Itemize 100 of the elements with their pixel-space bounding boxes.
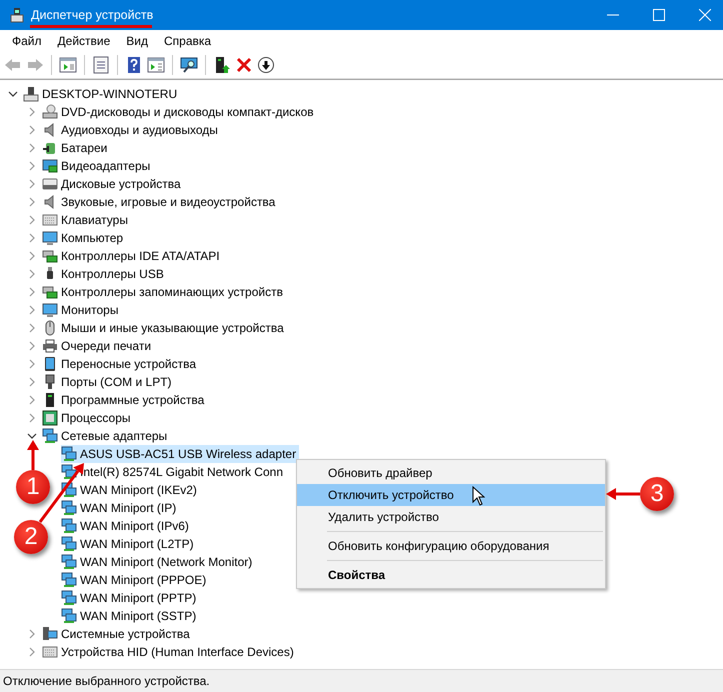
expand-toggle-icon[interactable] bbox=[27, 413, 37, 423]
expand-toggle-icon[interactable] bbox=[27, 359, 37, 369]
tree-item[interactable]: Контроллеры USB bbox=[42, 265, 167, 283]
tree-item[interactable]: WAN Miniport (IPv6) bbox=[61, 517, 192, 535]
network-monitor-icon bbox=[61, 464, 77, 480]
tree-item[interactable]: Процессоры bbox=[42, 409, 134, 427]
expand-toggle-icon[interactable] bbox=[27, 215, 37, 225]
expand-toggle-icon[interactable] bbox=[27, 647, 37, 657]
down-arrow-circle-icon[interactable] bbox=[257, 56, 275, 74]
tree-item[interactable]: WAN Miniport (PPPOE) bbox=[61, 571, 210, 589]
tree-item[interactable]: WAN Miniport (IP) bbox=[61, 499, 180, 517]
tree-item[interactable]: Программные устройства bbox=[42, 391, 208, 409]
context-menu-item[interactable]: Отключить устройство bbox=[297, 484, 605, 506]
update-driver-icon[interactable] bbox=[213, 56, 231, 74]
expand-toggle-icon[interactable] bbox=[27, 125, 37, 135]
number-badge: 2 bbox=[14, 520, 48, 554]
disk-drive-icon bbox=[42, 176, 58, 192]
computer-icon bbox=[42, 626, 58, 642]
close-icon[interactable] bbox=[699, 9, 711, 21]
network-monitor-icon bbox=[61, 536, 77, 552]
expand-toggle-icon[interactable] bbox=[27, 233, 37, 243]
tree-item[interactable]: WAN Miniport (Network Monitor) bbox=[61, 553, 256, 571]
console-tree-icon[interactable] bbox=[59, 56, 77, 74]
tablet-icon bbox=[42, 356, 58, 372]
tree-item[interactable]: Очереди печати bbox=[42, 337, 154, 355]
context-menu-item[interactable]: Удалить устройство bbox=[297, 506, 605, 528]
expand-toggle-icon[interactable] bbox=[27, 395, 37, 405]
tree-item[interactable]: Клавиатуры bbox=[42, 211, 131, 229]
tree-item[interactable]: WAN Miniport (PPTP) bbox=[61, 589, 200, 607]
expand-toggle-icon[interactable] bbox=[27, 251, 37, 261]
expand-toggle-icon[interactable] bbox=[27, 161, 37, 171]
network-monitor-icon bbox=[61, 554, 77, 570]
expand-toggle-icon[interactable] bbox=[8, 89, 18, 99]
mouse-pointer-icon bbox=[472, 486, 485, 506]
expand-toggle-icon[interactable] bbox=[27, 323, 37, 333]
computer-icon bbox=[23, 86, 39, 102]
device-icon bbox=[9, 7, 25, 23]
tree-item[interactable]: Дисковые устройства bbox=[42, 175, 184, 193]
expand-toggle-icon[interactable] bbox=[27, 179, 37, 189]
tree-item[interactable]: Порты (COM и LPT) bbox=[42, 373, 175, 391]
expand-toggle-icon[interactable] bbox=[27, 107, 37, 117]
tree-item[interactable]: Мониторы bbox=[42, 301, 122, 319]
expand-toggle-icon[interactable] bbox=[27, 143, 37, 153]
network-monitor-icon bbox=[61, 590, 77, 606]
monitor-icon bbox=[42, 230, 58, 246]
expand-toggle-icon[interactable] bbox=[27, 377, 37, 387]
number-badge: 1 bbox=[16, 470, 50, 504]
display-card-icon bbox=[42, 158, 58, 174]
tree-item[interactable]: Переносные устройства bbox=[42, 355, 200, 373]
network-monitor-icon bbox=[61, 482, 77, 498]
monitor-icon bbox=[42, 302, 58, 318]
expand-toggle-icon[interactable] bbox=[27, 197, 37, 207]
tree-item[interactable]: WAN Miniport (SSTP) bbox=[61, 607, 200, 625]
expand-toggle-icon[interactable] bbox=[27, 431, 37, 441]
help-icon[interactable] bbox=[125, 56, 143, 74]
menu-item[interactable]: Вид bbox=[118, 34, 156, 48]
context-menu-item[interactable]: Обновить драйвер bbox=[297, 462, 605, 484]
network-monitor-icon bbox=[42, 428, 58, 444]
disc-drive-icon bbox=[42, 104, 58, 120]
tree-item[interactable]: Системные устройства bbox=[42, 625, 193, 643]
network-monitor-icon bbox=[61, 608, 77, 624]
tree-item[interactable]: DVD-дисководы и дисководы компакт-дисков bbox=[42, 103, 317, 121]
controller-card-icon bbox=[42, 284, 58, 300]
network-monitor-icon bbox=[61, 446, 77, 462]
tree-item[interactable]: WAN Miniport (IKEv2) bbox=[61, 481, 200, 499]
menu-item[interactable]: Справка bbox=[156, 34, 220, 48]
tree-item[interactable]: Аудиовходы и аудиовыходы bbox=[42, 121, 221, 139]
tree-item[interactable]: Контроллеры IDE ATA/ATAPI bbox=[42, 247, 223, 265]
view-pane-icon[interactable] bbox=[147, 56, 165, 74]
expand-toggle-icon[interactable] bbox=[27, 305, 37, 315]
menu-item[interactable]: Действие bbox=[50, 34, 118, 48]
status-bar: Отключение выбранного устройства. bbox=[0, 669, 723, 692]
number-badge: 3 bbox=[640, 477, 674, 511]
network-monitor-icon bbox=[61, 518, 77, 534]
tree-item[interactable]: Мыши и иные указывающие устройства bbox=[42, 319, 287, 337]
tree-item[interactable]: ASUS USB-AC51 USB Wireless adapter bbox=[61, 445, 300, 463]
expand-toggle-icon[interactable] bbox=[27, 269, 37, 279]
keyboard-icon bbox=[42, 644, 58, 660]
battery-icon bbox=[42, 140, 58, 156]
maximize-icon[interactable] bbox=[653, 9, 665, 21]
network-monitor-icon bbox=[61, 572, 77, 588]
properties-icon[interactable] bbox=[92, 56, 110, 74]
menu-item[interactable]: Файл bbox=[4, 34, 50, 48]
expand-toggle-icon[interactable] bbox=[27, 341, 37, 351]
controller-card-icon bbox=[42, 248, 58, 264]
tree-item[interactable]: Батареи bbox=[42, 139, 110, 157]
remove-x-icon[interactable] bbox=[235, 56, 253, 74]
tree-item[interactable]: Устройства HID (Human Interface Devices) bbox=[42, 643, 297, 661]
tree-item[interactable]: Компьютер bbox=[42, 229, 126, 247]
chip-icon bbox=[42, 410, 58, 426]
tree-item[interactable]: Видеоадаптеры bbox=[42, 157, 154, 175]
tree-item[interactable]: Сетевые адаптеры bbox=[42, 427, 170, 445]
tree-item[interactable]: Контроллеры запоминающих устройств bbox=[42, 283, 286, 301]
tree-item[interactable]: WAN Miniport (L2TP) bbox=[61, 535, 197, 553]
tree-item[interactable]: DESKTOP-WINNOTERU bbox=[23, 85, 180, 103]
expand-toggle-icon[interactable] bbox=[27, 287, 37, 297]
expand-toggle-icon[interactable] bbox=[27, 629, 37, 639]
tree-item[interactable]: Звуковые, игровые и видеоустройства bbox=[42, 193, 278, 211]
printer-icon bbox=[42, 338, 58, 354]
scan-monitor-icon[interactable] bbox=[180, 56, 198, 74]
